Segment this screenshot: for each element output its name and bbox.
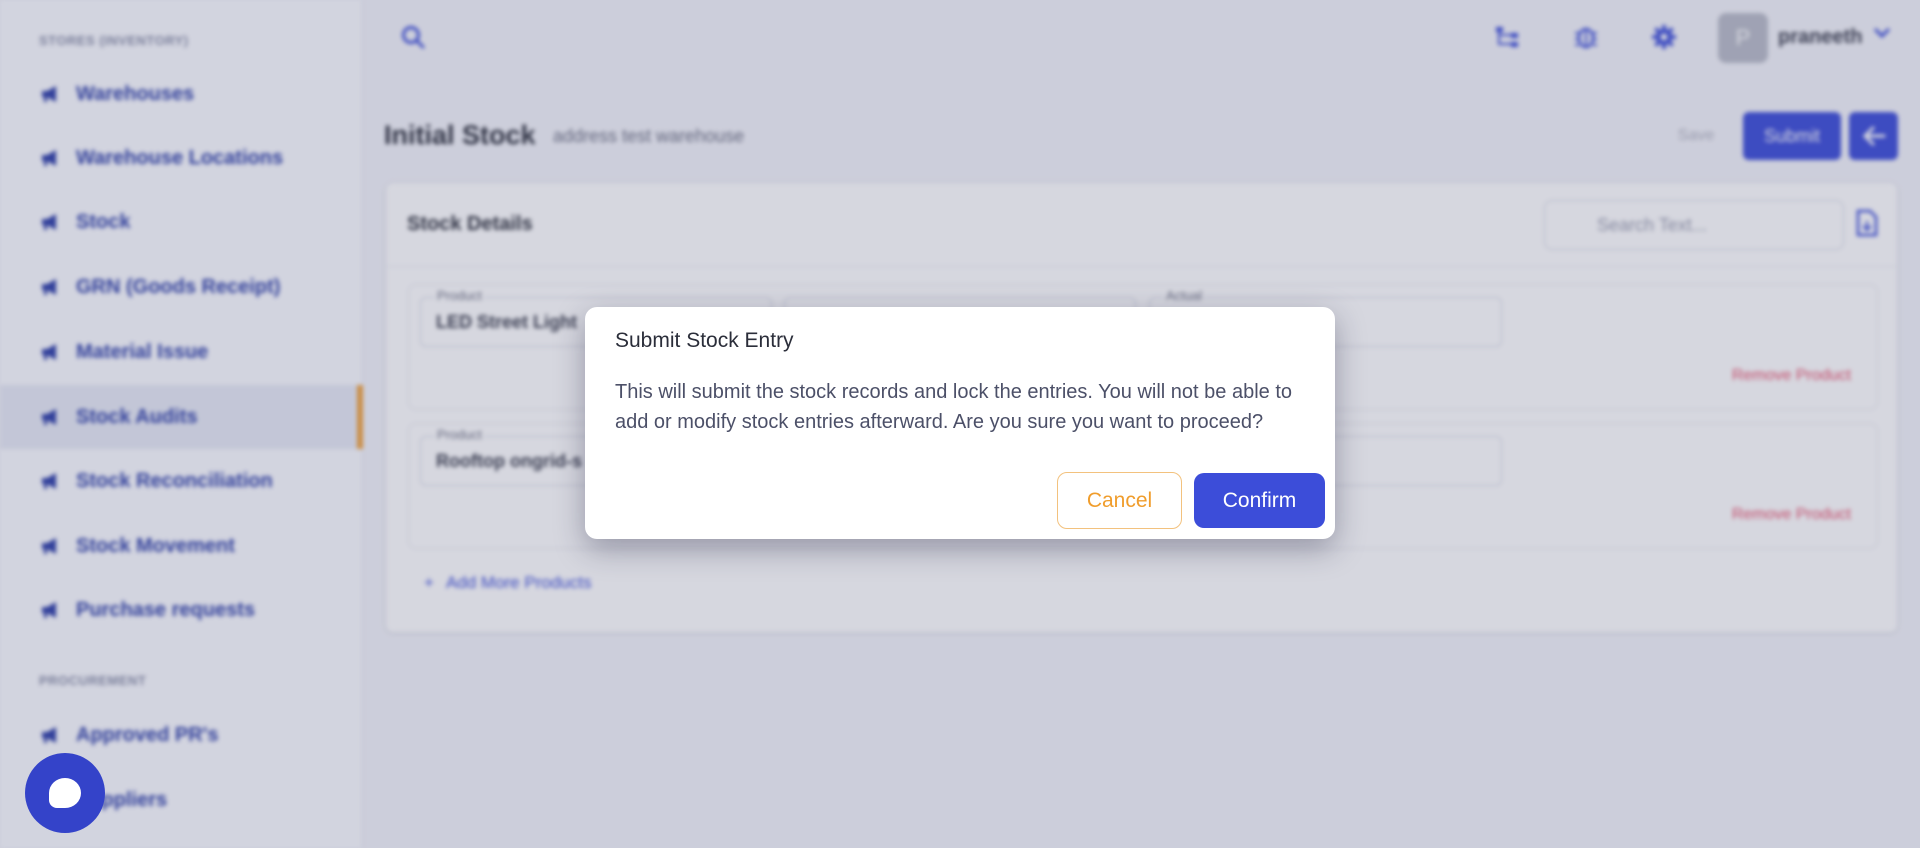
- submit-confirmation-dialog: Submit Stock Entry This will submit the …: [585, 307, 1335, 539]
- confirm-button[interactable]: Confirm: [1194, 473, 1325, 528]
- dialog-message: This will submit the stock records and l…: [615, 381, 1293, 433]
- cancel-button[interactable]: Cancel: [1057, 472, 1182, 529]
- chat-bubble-icon: [49, 778, 81, 808]
- chat-launcher-button[interactable]: [25, 753, 105, 833]
- dialog-title: Submit Stock Entry: [615, 329, 794, 352]
